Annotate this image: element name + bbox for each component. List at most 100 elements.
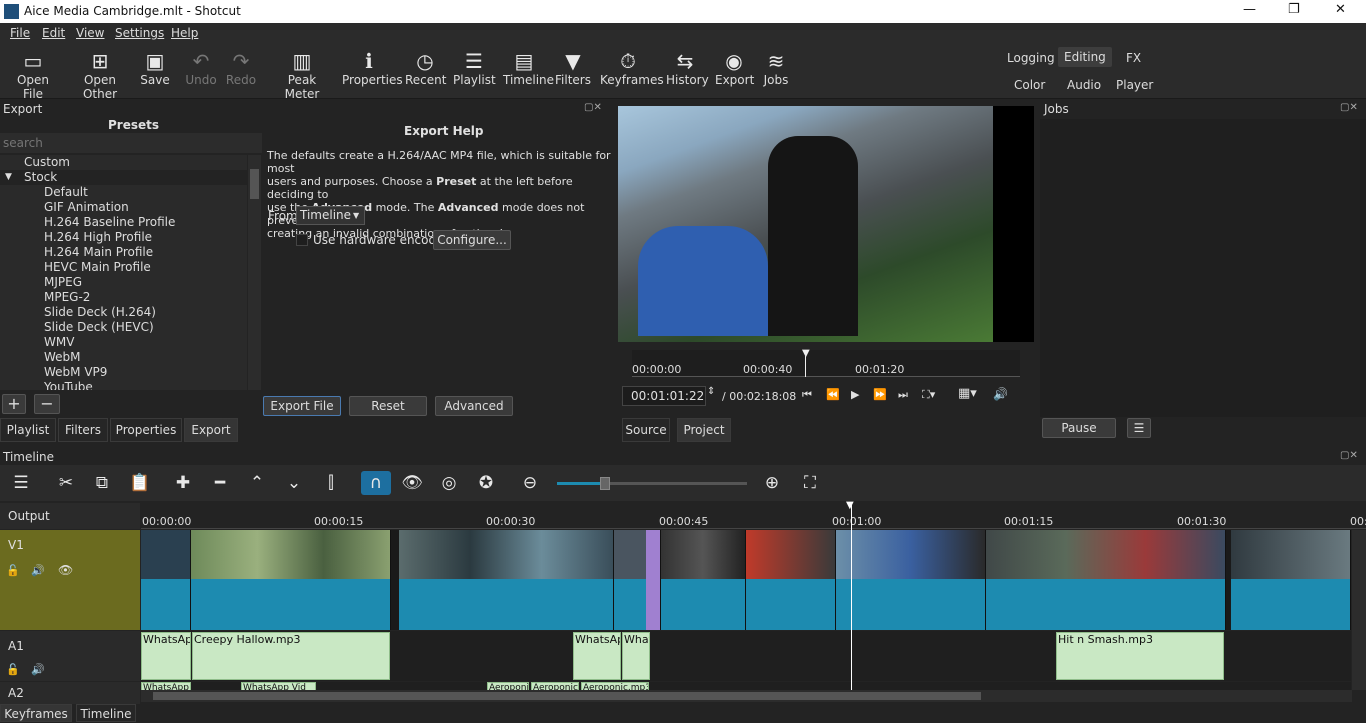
history-button[interactable]: ⇆ History bbox=[666, 49, 709, 87]
preset-item[interactable]: WebM bbox=[0, 350, 247, 365]
copy-icon[interactable]: ⧉ bbox=[90, 471, 114, 495]
pause-jobs-button[interactable]: Pause bbox=[1042, 418, 1116, 438]
paste-icon[interactable]: 📋 bbox=[128, 471, 152, 495]
preset-group-stock[interactable]: ▼ Stock bbox=[0, 170, 247, 185]
timeline-menu-icon[interactable]: ☰ bbox=[9, 471, 33, 495]
audio-clip[interactable]: Hit n Smash.mp3 bbox=[1056, 632, 1224, 680]
tab-export[interactable]: Export bbox=[184, 418, 238, 442]
jobs-menu-button[interactable]: ☰ bbox=[1127, 418, 1151, 438]
preset-item[interactable]: WMV bbox=[0, 335, 247, 350]
play-icon[interactable]: ▶ bbox=[851, 388, 859, 401]
preset-item[interactable]: WebM VP9 bbox=[0, 365, 247, 380]
preset-item[interactable]: MPEG-2 bbox=[0, 290, 247, 305]
zoom-slider-handle[interactable] bbox=[600, 477, 610, 490]
advanced-button[interactable]: Advanced bbox=[435, 396, 513, 416]
video-clip[interactable] bbox=[1231, 530, 1351, 630]
panel-float-close-icon[interactable]: ▢✕ bbox=[1340, 102, 1358, 113]
playlist-button[interactable]: ☰ Playlist bbox=[453, 49, 496, 87]
playhead-icon[interactable]: ▼ bbox=[802, 349, 810, 359]
timeline-playhead-icon[interactable]: ▼ bbox=[846, 500, 854, 511]
zoom-in-icon[interactable]: ⊕ bbox=[760, 471, 784, 495]
preset-item[interactable]: GIF Animation bbox=[0, 200, 247, 215]
lift-icon[interactable]: ⌃ bbox=[245, 471, 269, 495]
preset-item[interactable]: Default bbox=[0, 185, 247, 200]
tab-source[interactable]: Source bbox=[622, 418, 670, 442]
audio-clip[interactable]: Creepy Hallow.mp3 bbox=[192, 632, 390, 680]
skip-next-icon[interactable]: ⏭ bbox=[898, 388, 908, 402]
open-other-button[interactable]: ⊞ Open Other bbox=[68, 49, 132, 101]
tab-timeline[interactable]: Timeline bbox=[76, 704, 136, 722]
export-button[interactable]: ◉ Export bbox=[715, 49, 754, 87]
tab-playlist[interactable]: Playlist bbox=[0, 418, 56, 442]
video-clip[interactable] bbox=[836, 530, 986, 630]
lock-icon[interactable]: 🔓 bbox=[6, 564, 20, 577]
preset-item[interactable]: Slide Deck (HEVC) bbox=[0, 320, 247, 335]
close-button[interactable]: ✕ bbox=[1335, 2, 1346, 17]
scrub-eye-icon[interactable]: 👁 bbox=[400, 471, 424, 495]
peak-meter-button[interactable]: ▥ Peak Meter bbox=[272, 49, 332, 101]
tab-properties[interactable]: Properties bbox=[110, 418, 182, 442]
zoom-out-icon[interactable]: ⊖ bbox=[518, 471, 542, 495]
menu-file[interactable]: File bbox=[10, 26, 30, 40]
panel-float-close-icon[interactable]: ▢✕ bbox=[584, 102, 602, 113]
layout-fx[interactable]: FX bbox=[1126, 51, 1141, 65]
audio-clip[interactable]: WhatsApp Vid bbox=[241, 682, 316, 690]
rewind-icon[interactable]: ⏪ bbox=[826, 388, 840, 401]
video-clip[interactable] bbox=[646, 530, 661, 630]
ripple-icon[interactable]: ◎ bbox=[437, 471, 461, 495]
preset-item[interactable]: MJPEG bbox=[0, 275, 247, 290]
remove-icon[interactable]: ━ bbox=[208, 471, 232, 495]
skip-previous-icon[interactable]: ⏮ bbox=[802, 388, 812, 402]
recent-button[interactable]: ◷ Recent bbox=[405, 49, 446, 87]
preset-item[interactable]: H.264 Baseline Profile bbox=[0, 215, 247, 230]
hw-encoder-checkbox[interactable] bbox=[296, 234, 308, 246]
menu-edit[interactable]: Edit bbox=[42, 26, 65, 40]
video-clip[interactable] bbox=[399, 530, 614, 630]
a1-track-header[interactable]: A1 🔓 🔊 bbox=[0, 631, 140, 681]
audio-clip[interactable]: Whats bbox=[622, 632, 650, 680]
volume-icon[interactable]: 🔊 bbox=[993, 387, 1008, 401]
export-file-button[interactable]: Export File bbox=[263, 396, 341, 416]
tab-keyframes[interactable]: Keyframes bbox=[0, 704, 72, 722]
grid-icon[interactable]: ▦▾ bbox=[958, 386, 977, 401]
tab-filters[interactable]: Filters bbox=[58, 418, 108, 442]
timecode-spin-icon[interactable]: ⇕ bbox=[707, 386, 715, 397]
audio-clip[interactable]: Aeroponic.mp3 bbox=[581, 682, 649, 690]
redo-button[interactable]: ↷ Redo bbox=[225, 49, 257, 87]
filters-button[interactable]: ▼ Filters bbox=[555, 49, 591, 87]
preset-item[interactable]: H.264 High Profile bbox=[0, 230, 247, 245]
menu-help[interactable]: Help bbox=[171, 26, 198, 40]
save-button[interactable]: ▣ Save bbox=[140, 49, 170, 87]
zoom-slider[interactable] bbox=[557, 477, 747, 490]
video-clip[interactable] bbox=[986, 530, 1226, 630]
menu-settings[interactable]: Settings bbox=[115, 26, 164, 40]
preset-item[interactable]: Slide Deck (H.264) bbox=[0, 305, 247, 320]
lock-icon[interactable]: 🔓 bbox=[6, 663, 20, 676]
preset-search-input[interactable] bbox=[0, 133, 262, 153]
layout-editing[interactable]: Editing bbox=[1058, 47, 1112, 67]
v1-track-header[interactable]: V1 🔓 🔊 👁 bbox=[0, 530, 140, 630]
player-scrub-bar[interactable]: 00:00:00 00:00:40 00:01:20 ▼ bbox=[632, 349, 1020, 377]
add-preset-button[interactable]: + bbox=[2, 394, 26, 414]
append-icon[interactable]: ✚ bbox=[171, 471, 195, 495]
video-clip[interactable] bbox=[191, 530, 391, 630]
zoom-fit-icon[interactable]: ⛶▾ bbox=[922, 388, 935, 402]
preset-item[interactable]: HEVC Main Profile bbox=[0, 260, 247, 275]
audio-clip[interactable]: WhatsApp bbox=[141, 632, 191, 680]
remove-preset-button[interactable]: − bbox=[34, 394, 60, 414]
video-clip[interactable] bbox=[661, 530, 746, 630]
preset-item[interactable]: Custom bbox=[0, 155, 247, 170]
ripple-all-icon[interactable]: ✪ bbox=[474, 471, 498, 495]
jobs-button[interactable]: ≋ Jobs bbox=[762, 49, 790, 87]
layout-color[interactable]: Color bbox=[1014, 78, 1045, 92]
open-file-button[interactable]: ▭ Open File bbox=[8, 49, 58, 101]
audio-clip[interactable]: WhatsApp bbox=[141, 682, 191, 690]
layout-logging[interactable]: Logging bbox=[1007, 51, 1055, 65]
timeline-button[interactable]: ▤ Timeline bbox=[503, 49, 554, 87]
a2-track-header[interactable]: A2 bbox=[0, 682, 140, 704]
audio-clip[interactable]: Aeroponic bbox=[531, 682, 579, 690]
panel-float-close-icon[interactable]: ▢✕ bbox=[1340, 450, 1358, 461]
undo-button[interactable]: ↶ Undo bbox=[185, 49, 217, 87]
split-icon[interactable]: ⫿ bbox=[319, 471, 343, 495]
keyframes-button[interactable]: ⏱ Keyframes bbox=[600, 49, 664, 87]
